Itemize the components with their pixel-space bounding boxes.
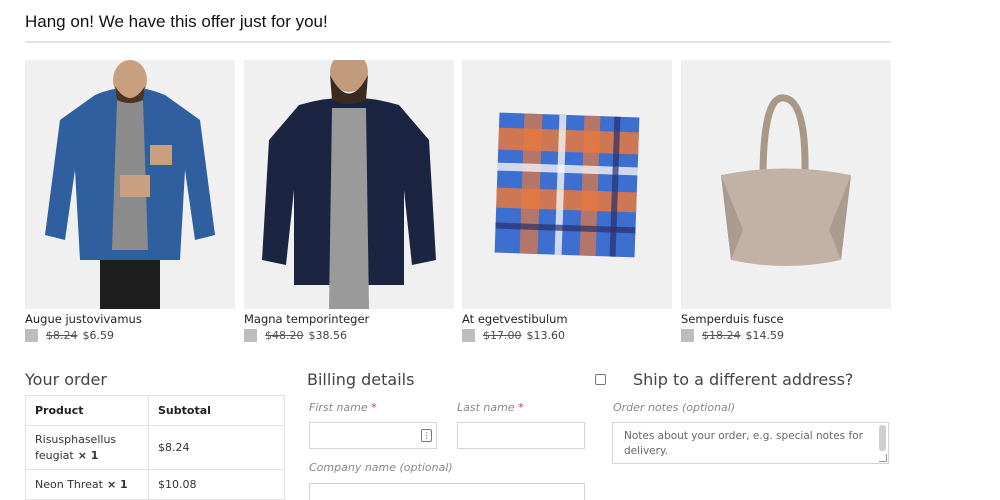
checkbox-icon[interactable] — [244, 329, 257, 342]
checkbox-icon[interactable] — [25, 329, 38, 342]
sale-price: $6.59 — [82, 329, 115, 342]
product-card[interactable]: At egetvestibulum $17.00 $13.60 — [462, 60, 672, 343]
product-name[interactable]: Augue justovivamus — [25, 312, 235, 326]
product-price: $18.24 $14.59 — [681, 328, 891, 343]
ship-different-address-checkbox[interactable] — [595, 374, 606, 385]
order-notes-label: Order notes (optional) — [613, 401, 736, 414]
old-price: $18.24 — [702, 329, 741, 342]
sale-price: $14.59 — [745, 329, 785, 342]
company-name-field[interactable] — [309, 483, 585, 500]
sale-price: $38.56 — [308, 329, 348, 342]
table-row: Risusphasellus feugiat × 1 $8.24 — [25, 425, 285, 470]
product-card[interactable]: Magna temporinteger $48.20 $38.56 — [244, 60, 454, 343]
required-marker: * — [518, 401, 524, 414]
old-price: $8.24 — [46, 329, 78, 342]
sale-price: $13.60 — [526, 329, 566, 342]
last-name-label: Last name * — [457, 401, 524, 414]
column-header-subtotal: Subtotal — [148, 395, 285, 426]
product-image[interactable] — [25, 60, 235, 309]
order-item: Risusphasellus feugiat × 1 — [25, 425, 149, 470]
order-title: Your order — [25, 370, 107, 389]
order-item-subtotal: $8.24 — [148, 425, 285, 470]
order-item-subtotal: $10.08 — [148, 469, 285, 500]
first-name-field[interactable]: ⋮ — [309, 422, 437, 449]
divider — [25, 41, 891, 43]
order-item-name: Neon Threat — [35, 478, 103, 491]
order-table: Product Subtotal Risusphasellus feugiat ×… — [25, 395, 285, 500]
product-card[interactable]: Augue justovivamus $8.24 $6.59 — [25, 60, 235, 343]
denim-jacket-image — [25, 60, 235, 309]
old-price: $48.20 — [265, 329, 304, 342]
product-image[interactable] — [244, 60, 454, 309]
company-name-label: Company name (optional) — [309, 461, 453, 474]
scrollbar[interactable] — [879, 425, 886, 451]
order-notes-placeholder: Notes about your order, e.g. special not… — [624, 430, 863, 457]
last-name-label-text: Last name — [457, 401, 515, 414]
table-header-row: Product Subtotal — [25, 395, 285, 426]
first-name-label: First name * — [309, 401, 377, 414]
product-price: $17.00 $13.60 — [462, 328, 672, 343]
product-price: $48.20 $38.56 — [244, 328, 454, 343]
order-item-name: Risusphasellus feugiat — [35, 432, 117, 462]
column-header-product: Product — [25, 395, 149, 426]
plaid-scarf-image — [462, 60, 672, 309]
order-item-qty: × 1 — [107, 478, 128, 491]
checkbox-icon[interactable] — [462, 329, 475, 342]
last-name-field[interactable] — [457, 422, 585, 449]
resize-handle-icon[interactable] — [879, 454, 887, 462]
ship-different-address-label[interactable]: Ship to a different address? — [633, 370, 853, 389]
old-price: $17.00 — [483, 329, 522, 342]
checkbox-icon[interactable] — [681, 329, 694, 342]
order-notes-field[interactable]: Notes about your order, e.g. special not… — [612, 422, 889, 464]
required-marker: * — [371, 401, 377, 414]
product-image[interactable] — [462, 60, 672, 309]
product-image[interactable] — [681, 60, 891, 309]
first-name-label-text: First name — [309, 401, 368, 414]
tote-bag-image — [681, 60, 891, 309]
table-row: Neon Threat × 1 $10.08 — [25, 469, 285, 500]
product-name[interactable]: Magna temporinteger — [244, 312, 454, 326]
contact-card-icon[interactable]: ⋮ — [421, 429, 432, 442]
product-card[interactable]: Semperduis fusce $18.24 $14.59 — [681, 60, 891, 343]
product-price: $8.24 $6.59 — [25, 328, 235, 343]
billing-title: Billing details — [307, 370, 415, 389]
product-name[interactable]: Semperduis fusce — [681, 312, 891, 326]
offer-headline: Hang on! We have this offer just for you… — [25, 12, 328, 31]
bomber-jacket-image — [244, 60, 454, 309]
order-item: Neon Threat × 1 — [25, 469, 149, 500]
product-name[interactable]: At egetvestibulum — [462, 312, 672, 326]
order-item-qty: × 1 — [77, 448, 99, 462]
